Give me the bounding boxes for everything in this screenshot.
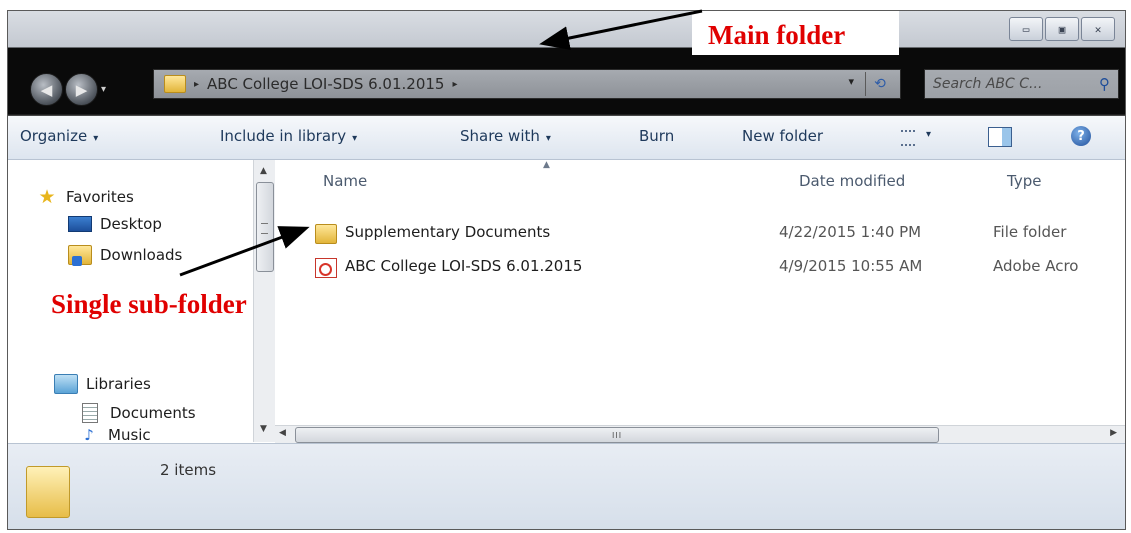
organize-button[interactable]: Organize ▾ [20,127,98,145]
file-type: File folder [993,223,1067,241]
maximize-icon[interactable]: ▣ [1045,17,1079,41]
title-bar[interactable]: ▭ ▣ ✕ ◀ ▶ ▾ ▸ ABC College LOI-SDS 6.01.2… [8,11,1125,116]
caption-buttons: ▭ ▣ ✕ [1009,17,1115,41]
column-header-type[interactable]: Type [1007,172,1041,190]
item-count: 2 items [160,461,217,479]
minimize-icon[interactable]: ▭ [1009,17,1043,41]
file-list: ▲ Name Date modified Type Supplementary … [275,160,1125,442]
documents-icon [82,403,98,423]
desktop-icon [68,216,92,232]
sidebar-item-label: Downloads [100,246,183,264]
new-folder-label: New folder [742,127,824,145]
sort-ascending-icon: ▲ [543,160,550,170]
close-icon[interactable]: ✕ [1081,17,1115,41]
grip-icon [261,223,268,234]
scroll-down-icon[interactable]: ▼ [260,424,267,434]
folder-icon [164,75,186,93]
file-list-horizontal-scrollbar[interactable]: ◀ III ▶ [275,425,1125,444]
breadcrumb-separator-icon[interactable]: ▸ [452,79,457,90]
table-row[interactable]: ABC College LOI-SDS 6.01.2015 4/9/2015 1… [313,256,1125,280]
scroll-right-icon[interactable]: ▶ [1110,428,1117,438]
annotation-single-sub-folder: Single sub-folder [51,289,247,319]
sidebar-item-favorites[interactable]: ★ Favorites [36,186,134,208]
sidebar-item-libraries[interactable]: Libraries [54,374,151,394]
navigation-buttons: ◀ ▶ ▾ [30,73,106,106]
preview-pane-icon[interactable] [988,127,1012,147]
sidebar-item-downloads[interactable]: Downloads [68,245,183,266]
address-bar[interactable]: ▸ ABC College LOI-SDS 6.01.2015 ▸ ▾ ⟲ [153,69,901,99]
column-header-date-modified[interactable]: Date modified [799,172,905,190]
folder-icon [26,466,70,518]
music-icon: ♪ [84,428,94,442]
file-date-modified: 4/22/2015 1:40 PM [779,223,922,241]
sidebar-item-label: Desktop [100,215,162,233]
chevron-down-icon: ▾ [545,133,551,144]
file-date-modified: 4/9/2015 10:55 AM [779,257,923,275]
libraries-icon [54,374,78,394]
breadcrumb-current-folder[interactable]: ABC College LOI-SDS 6.01.2015 [207,75,444,93]
table-row[interactable]: Supplementary Documents 4/22/2015 1:40 P… [313,222,1125,246]
folder-icon [315,224,337,244]
column-header-name[interactable]: Name [323,172,367,190]
burn-label: Burn [639,127,675,145]
pdf-icon [315,258,337,278]
chevron-down-icon: ▾ [93,133,99,144]
address-dropdown-icon[interactable]: ▾ [848,75,854,88]
view-options-dropdown-icon[interactable]: ▾ [926,129,931,140]
sidebar-item-documents[interactable]: Documents [78,403,196,423]
chevron-down-icon: ▾ [352,133,358,144]
annotation-main-folder: Main folder [708,20,846,50]
forward-arrow-icon[interactable]: ▶ [65,73,98,106]
navigation-pane-scrollbar[interactable]: ▲ ▼ [253,160,276,442]
search-icon[interactable]: ⚲ [1099,75,1110,93]
organize-label: Organize [20,127,88,145]
details-pane: 2 items [8,443,1125,529]
back-arrow-icon[interactable]: ◀ [30,73,63,106]
sidebar-item-label: Music [108,428,151,442]
new-folder-button[interactable]: New folder [742,127,823,145]
breadcrumb-separator-icon[interactable]: ▸ [194,79,199,90]
command-bar: Organize ▾ Include in library ▾ Share with… [8,116,1125,160]
explorer-window: ▭ ▣ ✕ ◀ ▶ ▾ ▸ ABC College LOI-SDS 6.01.2… [7,10,1126,530]
downloads-icon [68,245,92,266]
share-with-button[interactable]: Share with ▾ [460,127,551,145]
search-input[interactable]: Search ABC C... ⚲ [924,69,1119,99]
scrollbar-thumb[interactable] [256,182,274,272]
star-icon: ★ [38,186,56,208]
burn-button[interactable]: Burn [639,127,674,145]
change-view-icon[interactable] [901,130,915,146]
include-in-library-label: Include in library [220,127,347,145]
help-icon[interactable]: ? [1071,126,1091,146]
sidebar-item-label: Documents [110,404,196,422]
file-name: Supplementary Documents [345,223,551,241]
scrollbar-thumb[interactable]: III [295,427,939,443]
grip-icon: III [612,431,623,440]
file-name: ABC College LOI-SDS 6.01.2015 [345,257,583,275]
scroll-left-icon[interactable]: ◀ [279,428,286,438]
recent-pages-dropdown-icon[interactable]: ▾ [101,84,106,95]
file-type: Adobe Acro [993,257,1079,275]
sidebar-item-music[interactable]: ♪ Music [78,428,151,442]
sidebar-item-label: Libraries [86,375,151,393]
scroll-up-icon[interactable]: ▲ [260,166,267,176]
sidebar-item-desktop[interactable]: Desktop [68,215,162,233]
include-in-library-button[interactable]: Include in library ▾ [220,127,357,145]
search-placeholder[interactable]: Search ABC C... [933,76,1099,92]
sidebar-item-label: Favorites [66,188,134,206]
share-with-label: Share with [460,127,540,145]
refresh-icon[interactable]: ⟲ [865,72,894,96]
